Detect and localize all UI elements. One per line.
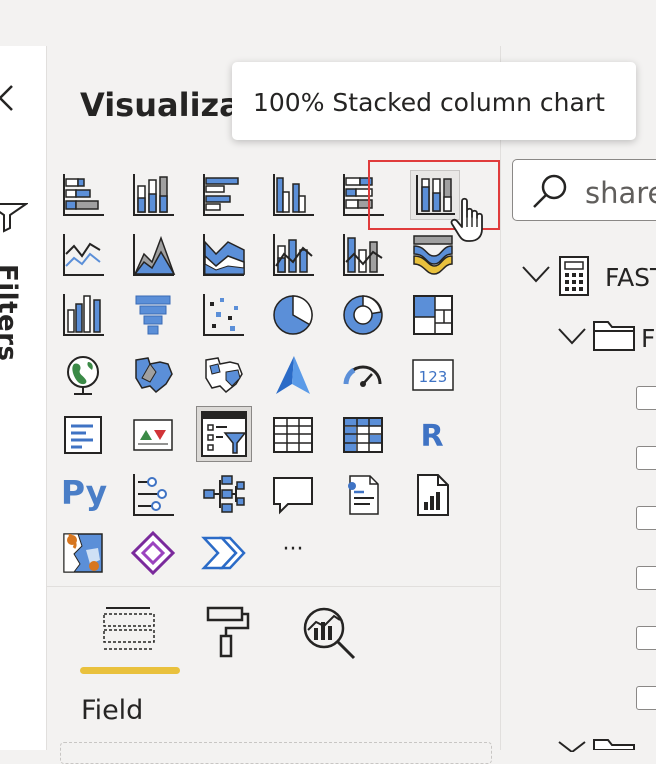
chevron-down-icon[interactable]: [520, 262, 552, 286]
hand-cursor-icon: [450, 197, 483, 242]
search-value[interactable]: share: [585, 176, 656, 210]
python-visual-icon[interactable]: Py: [58, 470, 110, 516]
donut-chart-icon[interactable]: [340, 292, 386, 338]
tree-item-table[interactable]: FAST: [605, 263, 656, 292]
azure-map-icon[interactable]: [270, 352, 316, 398]
map-icon[interactable]: [60, 352, 106, 398]
more-visuals-icon[interactable]: ···: [270, 530, 316, 576]
line-and-clustered-column-chart-icon[interactable]: [340, 232, 386, 278]
key-influencers-icon[interactable]: [130, 472, 176, 518]
power-apps-icon[interactable]: [130, 530, 176, 576]
field-checkbox[interactable]: [636, 686, 656, 710]
tree-item-folder[interactable]: F: [641, 324, 655, 353]
filters-label: Filters: [0, 264, 22, 362]
tab-fields-label[interactable]: Field: [81, 695, 143, 726]
decomposition-tree-icon[interactable]: [200, 472, 246, 518]
multi-row-card-icon[interactable]: [60, 412, 106, 458]
r-script-visual-icon[interactable]: R: [410, 412, 456, 458]
r-visual-text: R: [420, 419, 443, 454]
field-checkbox[interactable]: [636, 446, 656, 470]
power-automate-icon[interactable]: [200, 530, 246, 576]
treemap-icon[interactable]: [410, 292, 456, 338]
tooltip: 100% Stacked column chart: [232, 62, 636, 140]
analytics-magnifier-icon[interactable]: [300, 604, 360, 660]
python-visual-text: Py: [61, 473, 107, 512]
shape-map-icon[interactable]: [200, 352, 246, 398]
folder-icon: [593, 321, 635, 351]
stacked-bar-chart-icon[interactable]: [60, 172, 106, 218]
filters-pane-collapsed[interactable]: [0, 46, 47, 750]
more-visuals-text: ···: [283, 537, 304, 562]
field-checkbox[interactable]: [636, 626, 656, 650]
chevron-left-icon[interactable]: [0, 80, 22, 116]
fields-well-icon[interactable]: [100, 604, 160, 660]
clustered-bar-chart-icon[interactable]: [200, 172, 246, 218]
paint-roller-icon[interactable]: [204, 604, 254, 660]
folder-icon: [593, 739, 635, 750]
area-chart-icon[interactable]: [130, 232, 176, 278]
tooltip-text: 100% Stacked column chart: [253, 88, 605, 117]
pane-divider: [47, 586, 500, 587]
field-checkbox[interactable]: [636, 506, 656, 530]
waterfall-chart-icon[interactable]: [60, 292, 106, 338]
field-well-dropzone[interactable]: [60, 742, 492, 764]
funnel-chart-icon[interactable]: [130, 292, 176, 338]
fields-pane: [501, 46, 656, 750]
field-checkbox[interactable]: [636, 386, 656, 410]
line-and-stacked-column-chart-icon[interactable]: [270, 232, 316, 278]
search-icon: [533, 174, 567, 208]
gauge-icon[interactable]: [340, 352, 386, 398]
pane-title: Visualiza: [80, 86, 241, 124]
table-icon[interactable]: [270, 412, 316, 458]
slicer-icon[interactable]: [196, 406, 252, 462]
line-chart-icon[interactable]: [60, 232, 106, 278]
stacked-area-chart-icon[interactable]: [200, 232, 246, 278]
qna-icon[interactable]: [270, 472, 316, 518]
calculator-table-icon: [559, 256, 589, 296]
arcgis-map-icon[interactable]: [60, 530, 106, 576]
field-checkbox[interactable]: [636, 566, 656, 590]
stacked-column-chart-icon[interactable]: [130, 172, 176, 218]
kpi-icon[interactable]: [130, 412, 176, 458]
clustered-column-chart-icon[interactable]: [270, 172, 316, 218]
scatter-chart-icon[interactable]: [200, 292, 246, 338]
paginated-report-icon[interactable]: [410, 472, 456, 518]
matrix-icon[interactable]: [340, 412, 386, 458]
smart-narrative-icon[interactable]: [340, 472, 386, 518]
pie-chart-icon[interactable]: [270, 292, 316, 338]
filled-map-icon[interactable]: [130, 352, 176, 398]
funnel-icon: [0, 203, 28, 233]
chevron-down-icon[interactable]: [556, 324, 588, 348]
card-icon-text: 123: [419, 368, 448, 386]
card-icon[interactable]: 123: [410, 352, 456, 398]
active-tab-indicator: [80, 667, 180, 674]
top-bar: [0, 0, 656, 47]
